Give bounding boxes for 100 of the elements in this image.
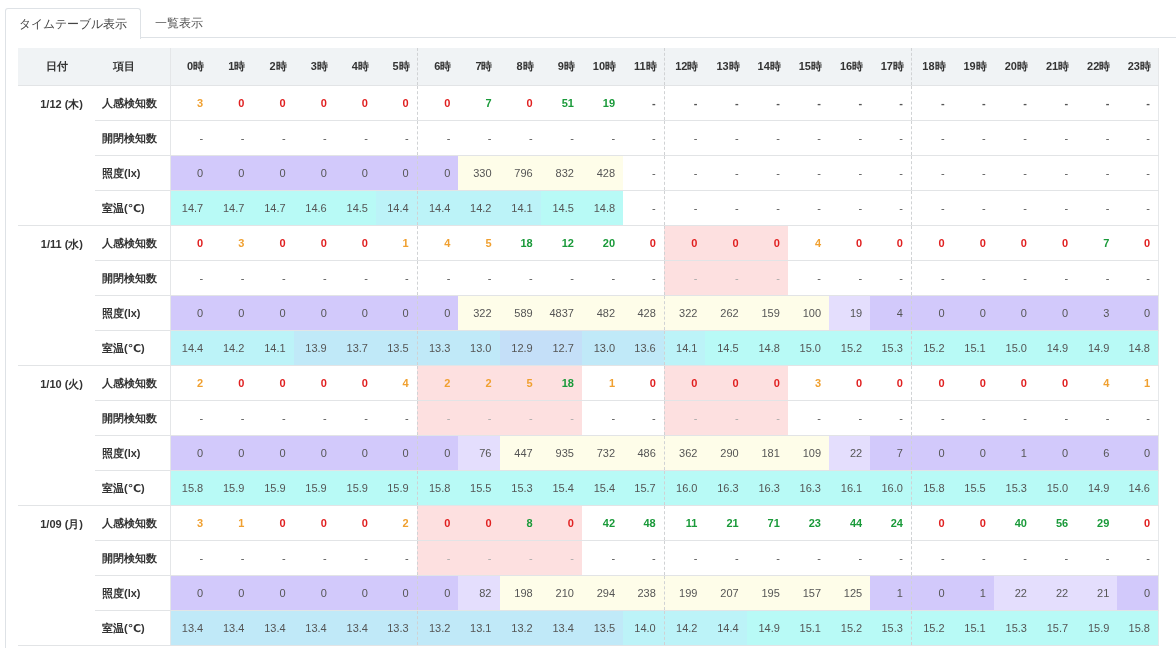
table-cell: - — [623, 120, 665, 156]
table-cell: 14.7 — [252, 190, 294, 226]
table-cell: 0 — [211, 575, 253, 611]
table-cell: - — [993, 190, 1035, 226]
table-cell: 14.7 — [211, 190, 253, 226]
table-cell: - — [746, 120, 788, 156]
table-cell: - — [540, 120, 582, 156]
table-cell: 1 — [375, 225, 418, 261]
table-cell: 0 — [993, 365, 1035, 401]
column-header: 項目 — [95, 48, 170, 86]
table-cell: - — [829, 190, 871, 226]
table-cell: 0 — [375, 85, 418, 121]
table-cell: 2 — [417, 365, 459, 401]
column-header: 16時 — [829, 48, 871, 86]
table-cell: - — [252, 540, 294, 576]
table-cell: - — [293, 540, 335, 576]
column-header: 8時 — [499, 48, 541, 86]
table-cell: 44 — [829, 505, 871, 541]
table-cell: 330 — [458, 155, 500, 191]
table-cell: 0 — [211, 295, 253, 331]
table-cell: 14.8 — [1117, 330, 1159, 366]
table-cell: 7 — [1076, 225, 1118, 261]
table-cell: 23 — [787, 505, 829, 541]
table-cell: 13.2 — [417, 610, 459, 646]
table-cell: 0 — [252, 295, 294, 331]
table-cell: 0 — [911, 225, 953, 261]
column-header: 20時 — [993, 48, 1035, 86]
table-cell: - — [664, 260, 706, 296]
table-cell: 19 — [581, 85, 624, 121]
row-label: 開閉検知数 — [95, 120, 170, 156]
table-cell: 15.5 — [458, 470, 500, 506]
tab[interactable]: 一覧表示 — [141, 8, 217, 38]
table-cell: 322 — [458, 295, 500, 331]
table-cell: 21 — [1076, 575, 1118, 611]
table-cell: - — [911, 120, 953, 156]
table-cell: 262 — [705, 295, 747, 331]
column-header: 4時 — [334, 48, 376, 86]
table-cell: - — [911, 260, 953, 296]
table-cell: 0 — [417, 505, 459, 541]
table-cell: 82 — [458, 575, 500, 611]
table-cell: 0 — [705, 365, 747, 401]
table-cell: 322 — [664, 295, 706, 331]
table-cell: 3 — [211, 225, 253, 261]
table-cell: - — [993, 155, 1035, 191]
table-cell: 0 — [252, 225, 294, 261]
table-cell: 13.1 — [458, 610, 500, 646]
column-header: 17時 — [870, 48, 912, 86]
column-header: 21時 — [1034, 48, 1077, 86]
table-cell: - — [581, 400, 624, 436]
table-cell: - — [293, 400, 335, 436]
table-cell: - — [993, 540, 1035, 576]
column-header: 15時 — [787, 48, 829, 86]
row-label: 人感検知数 — [95, 85, 170, 121]
table-cell: - — [1076, 155, 1118, 191]
table-cell: - — [170, 400, 212, 436]
table-cell: 15.2 — [911, 610, 953, 646]
table-cell: - — [417, 540, 459, 576]
table-cell: 0 — [952, 225, 994, 261]
tab[interactable]: タイムテーブル表示 — [5, 8, 141, 39]
table-cell: - — [787, 190, 829, 226]
table-cell: - — [829, 260, 871, 296]
table-cell: 15.2 — [829, 330, 871, 366]
table-cell: - — [623, 155, 665, 191]
table-cell: 0 — [417, 155, 459, 191]
table-cell: - — [211, 540, 253, 576]
column-header: 11時 — [623, 48, 665, 86]
table-cell: 0 — [952, 505, 994, 541]
table-cell: - — [375, 260, 418, 296]
table-cell: 4 — [1076, 365, 1118, 401]
table-cell: 76 — [458, 435, 500, 471]
column-header: 22時 — [1076, 48, 1118, 86]
table-cell: 428 — [623, 295, 665, 331]
row-label: 人感検知数 — [95, 225, 170, 261]
table-cell: - — [993, 85, 1035, 121]
table-cell: 0 — [334, 505, 376, 541]
table-cell: - — [787, 85, 829, 121]
row-label: 人感検知数 — [95, 365, 170, 401]
table-cell: 0 — [829, 365, 871, 401]
table-cell: - — [252, 260, 294, 296]
table-cell: 13.3 — [417, 330, 459, 366]
table-cell: 16.1 — [829, 470, 871, 506]
table-cell: 20 — [581, 225, 624, 261]
table-cell: 0 — [911, 435, 953, 471]
table-cell: 12 — [540, 225, 582, 261]
table-cell: 0 — [911, 505, 953, 541]
table-cell: 0 — [334, 85, 376, 121]
table-cell: - — [705, 540, 747, 576]
table-cell: - — [458, 120, 500, 156]
table-cell: - — [458, 260, 500, 296]
table-cell: 0 — [911, 295, 953, 331]
table-cell: 0 — [252, 435, 294, 471]
table-cell: - — [870, 120, 912, 156]
table-cell: - — [911, 190, 953, 226]
table-cell: 238 — [623, 575, 665, 611]
table-cell: 0 — [1034, 365, 1077, 401]
table-cell: - — [952, 540, 994, 576]
table-cell: 15.8 — [911, 470, 953, 506]
table-cell: 18 — [499, 225, 541, 261]
table-cell: - — [417, 400, 459, 436]
table-cell: 0 — [170, 225, 212, 261]
